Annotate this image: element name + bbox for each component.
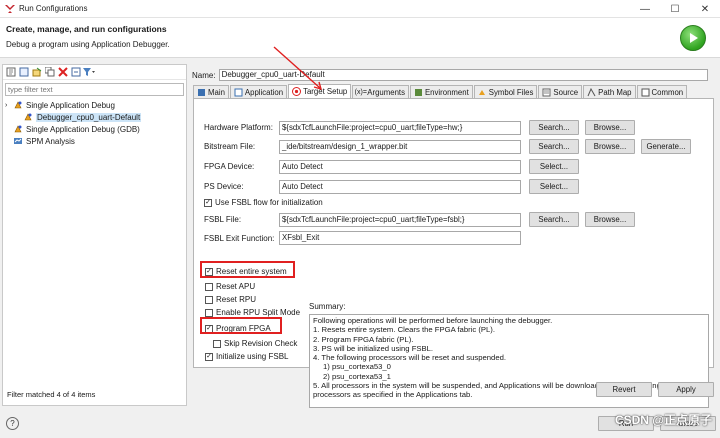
filter-icon[interactable]: [83, 66, 95, 78]
bitstream-search-button[interactable]: Search...: [529, 139, 579, 154]
fsbl-search-button[interactable]: Search...: [529, 212, 579, 227]
tab-environment[interactable]: Environment: [409, 85, 473, 98]
annotation-arrow: [273, 46, 323, 91]
app-logo-icon: [5, 4, 15, 14]
fsbl-exit-row: FSBL Exit Function: XFsbl_Exit: [204, 231, 521, 245]
fsbl-browse-button[interactable]: Browse...: [585, 212, 635, 227]
application-tab-icon: [234, 88, 243, 97]
bitstream-field[interactable]: _ide/bitstream/design_1_wrapper.bit: [279, 139, 521, 154]
hw-platform-browse-button[interactable]: Browse...: [585, 120, 635, 135]
fsbl-exit-field[interactable]: XFsbl_Exit: [279, 231, 521, 245]
expand-arrow-icon[interactable]: ›: [5, 102, 13, 109]
symbol-files-tab-icon: [478, 88, 487, 97]
tree-item-label: Single Application Debug (GDB): [26, 124, 140, 134]
help-icon[interactable]: ?: [6, 417, 19, 430]
dialog-header: Create, manage, and run configurations D…: [0, 18, 720, 58]
hw-platform-field[interactable]: ${sdxTcfLaunchFile:project=cpu0_uart;fil…: [279, 120, 521, 135]
tab-source[interactable]: Source: [538, 85, 583, 98]
tab-symbol-files[interactable]: Symbol Files: [473, 85, 538, 98]
arguments-tab-icon: (x)=: [354, 88, 367, 96]
dialog-subtitle: Debug a program using Application Debugg…: [6, 40, 170, 49]
debug-config-icon: [13, 124, 23, 134]
bitstream-generate-button[interactable]: Generate...: [641, 139, 691, 154]
config-editor-pane: Name: Debugger_cpu0_uart-Default Main Ap…: [190, 64, 718, 408]
highlight-box-reset: [200, 261, 295, 278]
use-fsbl-checkbox[interactable]: ✓ Use FSBL flow for initialization: [204, 198, 323, 207]
filter-input[interactable]: type filter text: [5, 83, 184, 96]
tree-item-single-application-debug-gdb[interactable]: Single Application Debug (GDB): [5, 123, 186, 135]
fpga-device-field[interactable]: Auto Detect: [279, 159, 521, 174]
ps-device-row: PS Device: Auto Detect Select...: [204, 179, 579, 194]
reset-rpu-checkbox[interactable]: Reset RPU: [205, 295, 256, 304]
fpga-device-label: FPGA Device:: [204, 162, 255, 171]
debug-config-icon: [13, 100, 23, 110]
watermark: CSDN @正点原子: [614, 413, 712, 427]
window-title: Run Configurations: [19, 4, 88, 13]
target-setup-panel: Hardware Platform: ${sdxTcfLaunchFile:pr…: [193, 98, 714, 408]
bitstream-row: Bitstream File: _ide/bitstream/design_1_…: [204, 139, 691, 154]
tree-item-single-application-debug[interactable]: › Single Application Debug: [5, 99, 186, 111]
new-config-icon[interactable]: [5, 66, 17, 78]
name-label: Name:: [192, 70, 216, 80]
hw-platform-search-button[interactable]: Search...: [529, 120, 579, 135]
revert-button[interactable]: Revert: [596, 382, 652, 397]
reset-apu-checkbox[interactable]: Reset APU: [205, 282, 255, 291]
fsbl-exit-label: FSBL Exit Function:: [204, 233, 275, 243]
config-toolbar: [3, 65, 186, 80]
fsbl-file-field[interactable]: ${sdxTcfLaunchFile:project=cpu0_uart;fil…: [279, 212, 521, 227]
initialize-using-fsbl-checkbox[interactable]: ✓ Initialize using FSBL: [205, 352, 288, 361]
tree-item-label: Single Application Debug: [26, 100, 115, 110]
main-tab-icon: [197, 88, 206, 97]
ps-device-select-button[interactable]: Select...: [529, 179, 579, 194]
tab-path-map[interactable]: Path Map: [583, 85, 636, 98]
tab-arguments[interactable]: (x)= Arguments: [352, 85, 409, 98]
debug-config-icon: [23, 112, 33, 122]
filter-status: Filter matched 4 of 4 items: [7, 390, 96, 399]
fpga-device-select-button[interactable]: Select...: [529, 159, 579, 174]
source-tab-icon: [542, 88, 551, 97]
highlight-box-program-fpga: [200, 317, 282, 334]
minimize-button[interactable]: —: [630, 0, 660, 18]
close-window-button[interactable]: ✕: [690, 0, 720, 18]
bitstream-label: Bitstream File:: [204, 142, 256, 151]
config-tree: › Single Application Debug Debugger_cpu0…: [3, 99, 186, 147]
config-tabs: Main Application Target Setup (x)= Argume…: [193, 84, 688, 98]
title-bar: Run Configurations — ☐ ✕: [0, 0, 720, 18]
environment-tab-icon: [414, 88, 423, 97]
fsbl-file-row: FSBL File: ${sdxTcfLaunchFile:project=cp…: [204, 212, 635, 227]
export-icon[interactable]: [31, 66, 43, 78]
checkmark-icon: ✓: [204, 198, 212, 207]
ps-device-label: PS Device:: [204, 182, 244, 191]
checkmark-icon: ✓: [205, 352, 213, 361]
fpga-device-row: FPGA Device: Auto Detect Select...: [204, 159, 579, 174]
spm-icon: [13, 136, 23, 146]
collapse-all-icon[interactable]: [70, 66, 82, 78]
tab-common[interactable]: Common: [636, 85, 688, 98]
hw-platform-label: Hardware Platform:: [204, 123, 273, 132]
tree-item-debugger-cpu0-uart-default[interactable]: Debugger_cpu0_uart-Default: [5, 111, 186, 123]
tree-item-label: Debugger_cpu0_uart-Default: [36, 112, 142, 122]
skip-revision-check-checkbox[interactable]: Skip Revision Check: [213, 339, 297, 348]
enable-rpu-split-mode-checkbox[interactable]: Enable RPU Split Mode: [205, 308, 300, 317]
new-prototype-icon[interactable]: [18, 66, 30, 78]
summary-title: Summary:: [309, 302, 346, 311]
config-list-pane: type filter text › Single Application De…: [2, 64, 187, 406]
delete-icon[interactable]: [57, 66, 69, 78]
apply-button[interactable]: Apply: [658, 382, 714, 397]
ps-device-field[interactable]: Auto Detect: [279, 179, 521, 194]
tab-main[interactable]: Main: [193, 85, 229, 98]
tree-item-label: SPM Analysis: [26, 136, 75, 146]
run-icon: [680, 25, 706, 51]
common-tab-icon: [641, 88, 650, 97]
fsbl-file-label: FSBL File:: [204, 215, 242, 224]
hw-platform-row: Hardware Platform: ${sdxTcfLaunchFile:pr…: [204, 120, 635, 135]
maximize-button[interactable]: ☐: [660, 0, 690, 18]
duplicate-icon[interactable]: [44, 66, 56, 78]
path-map-tab-icon: [587, 87, 596, 97]
bitstream-browse-button[interactable]: Browse...: [585, 139, 635, 154]
tree-item-spm-analysis[interactable]: SPM Analysis: [5, 135, 186, 147]
dialog-title: Create, manage, and run configurations: [6, 24, 167, 34]
run-configurations-window: Run Configurations — ☐ ✕ Create, manage,…: [0, 0, 720, 438]
bottom-bar: ? Run Close: [0, 410, 720, 438]
